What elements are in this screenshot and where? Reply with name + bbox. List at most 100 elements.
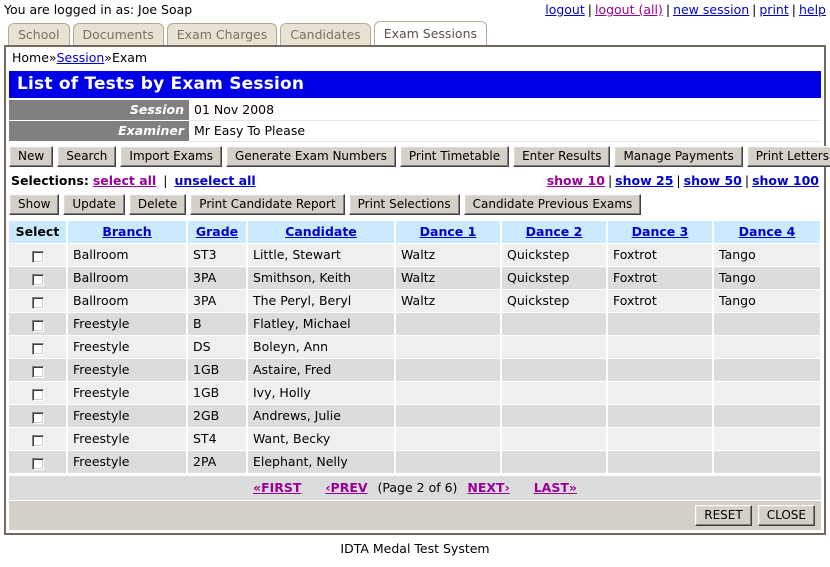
sort-link-candidate[interactable]: Candidate [285, 224, 357, 239]
button-search[interactable]: Search [57, 146, 117, 167]
pagination-prev-link[interactable]: ‹PREV [325, 480, 367, 495]
row-select-cell[interactable] [9, 450, 68, 474]
button-new[interactable]: New [9, 146, 54, 167]
top-link-logout-all-[interactable]: logout (all) [595, 2, 663, 17]
row-select-checkbox[interactable] [31, 343, 44, 355]
column-header-dance-4[interactable]: Dance 4 [713, 221, 822, 244]
row-select-cell[interactable] [9, 358, 68, 382]
cell-dance1 [395, 312, 502, 336]
sort-link-dance-4[interactable]: Dance 4 [739, 224, 796, 239]
button-reset[interactable]: RESET [695, 505, 752, 526]
table-row: Freestyle 2GB Andrews, Julie [9, 404, 822, 428]
top-link-help[interactable]: help [799, 2, 826, 17]
button-update[interactable]: Update [63, 194, 125, 215]
cell-dance4: Tango [713, 266, 822, 290]
tab-candidates[interactable]: Candidates [280, 23, 371, 45]
button-print-timetable[interactable]: Print Timetable [399, 146, 510, 167]
show-link-show-50[interactable]: show 50 [684, 173, 742, 188]
row-select-checkbox[interactable] [31, 435, 44, 447]
cell-candidate: Andrews, Julie [247, 404, 396, 428]
show-link-show-25[interactable]: show 25 [615, 173, 673, 188]
info-label: Session [9, 100, 189, 121]
cell-grade: B [187, 312, 248, 336]
breadcrumb-sep-1: » [48, 50, 57, 65]
row-select-cell[interactable] [9, 335, 68, 359]
pagination-first-link[interactable]: «FIRST [253, 480, 301, 495]
column-header-grade[interactable]: Grade [187, 221, 248, 244]
row-select-checkbox[interactable] [31, 251, 44, 263]
pagination-page-indicator: (Page 2 of 6) [377, 480, 458, 495]
cell-candidate: Ivy, Holly [247, 381, 396, 405]
cell-dance2 [501, 381, 608, 405]
button-delete[interactable]: Delete [128, 194, 187, 215]
sort-link-dance-3[interactable]: Dance 3 [632, 224, 689, 239]
column-header-dance-3[interactable]: Dance 3 [607, 221, 714, 244]
row-select-cell[interactable] [9, 312, 68, 336]
sort-link-grade[interactable]: Grade [196, 224, 238, 239]
sort-link-branch[interactable]: Branch [102, 224, 151, 239]
cell-candidate: Flatley, Michael [247, 312, 396, 336]
button-print-letters[interactable]: Print Letters [746, 146, 830, 167]
top-link-new-session[interactable]: new session [673, 2, 749, 17]
show-link-show-100[interactable]: show 100 [752, 173, 819, 188]
button-candidate-previous-exams[interactable]: Candidate Previous Exams [463, 194, 642, 215]
pagination-next-link[interactable]: NEXT› [467, 480, 509, 495]
button-generate-exam-numbers[interactable]: Generate Exam Numbers [226, 146, 396, 167]
primary-toolbar: New Search Import Exams Generate Exam Numbe… [6, 142, 830, 170]
button-enter-results[interactable]: Enter Results [513, 146, 611, 167]
row-select-cell[interactable] [9, 404, 68, 428]
button-close[interactable]: CLOSE [757, 505, 815, 526]
cell-candidate: Smithson, Keith [247, 266, 396, 290]
row-select-checkbox[interactable] [31, 320, 44, 332]
cell-dance2 [501, 335, 608, 359]
cell-dance3 [607, 358, 714, 382]
row-select-checkbox[interactable] [31, 458, 44, 470]
tab-exam-charges[interactable]: Exam Charges [166, 23, 278, 45]
cell-dance1 [395, 381, 502, 405]
cell-dance3 [607, 450, 714, 474]
tab-school[interactable]: School [8, 23, 70, 45]
pagination-last-link[interactable]: LAST» [534, 480, 577, 495]
row-select-checkbox[interactable] [31, 274, 44, 286]
top-link-print[interactable]: print [759, 2, 788, 17]
top-link-separator: | [587, 2, 592, 17]
breadcrumb-link-session[interactable]: Session [57, 50, 105, 65]
row-select-cell[interactable] [9, 381, 68, 405]
row-select-checkbox[interactable] [31, 389, 44, 401]
row-select-cell[interactable] [9, 289, 68, 313]
unselect-all-link[interactable]: unselect all [174, 173, 255, 188]
button-import-exams[interactable]: Import Exams [120, 146, 223, 167]
info-row: Session 01 Nov 2008 [9, 100, 821, 121]
row-select-checkbox[interactable] [31, 366, 44, 378]
column-header-candidate[interactable]: Candidate [247, 221, 396, 244]
breadcrumb-exam: Exam [111, 50, 148, 65]
show-link-show-10[interactable]: show 10 [547, 173, 605, 188]
cell-grade: 2PA [187, 450, 248, 474]
sort-link-dance-1[interactable]: Dance 1 [420, 224, 477, 239]
top-link-logout[interactable]: logout [545, 2, 585, 17]
sort-link-dance-2[interactable]: Dance 2 [526, 224, 583, 239]
cell-dance2: Quickstep [501, 243, 608, 267]
button-show[interactable]: Show [9, 194, 60, 215]
pagination-spacer-2 [514, 480, 530, 495]
column-header-dance-2[interactable]: Dance 2 [501, 221, 608, 244]
tab-exam-sessions[interactable]: Exam Sessions [373, 21, 487, 45]
application-page: You are logged in as: Joe Soap logout | lo… [0, 0, 830, 567]
button-print-candidate-report[interactable]: Print Candidate Report [190, 194, 345, 215]
footer-button-bar: RESET CLOSE [9, 501, 821, 530]
select-all-link[interactable]: select all [93, 173, 156, 188]
column-header-branch[interactable]: Branch [67, 221, 188, 244]
button-manage-payments[interactable]: Manage Payments [614, 146, 743, 167]
selections-left-group: Selections: select all | unselect all [11, 173, 256, 188]
row-select-cell[interactable] [9, 266, 68, 290]
tab-documents[interactable]: Documents [72, 23, 164, 45]
table-row: Freestyle DS Boleyn, Ann [9, 335, 822, 359]
column-header-dance-1[interactable]: Dance 1 [395, 221, 502, 244]
table-row: Ballroom 3PA Smithson, Keith Waltz Quickstep… [9, 266, 822, 290]
row-select-cell[interactable] [9, 427, 68, 451]
row-select-checkbox[interactable] [31, 412, 44, 424]
row-select-cell[interactable] [9, 243, 68, 267]
row-select-checkbox[interactable] [31, 297, 44, 309]
cell-candidate: Elephant, Nelly [247, 450, 396, 474]
button-print-selections[interactable]: Print Selections [348, 194, 460, 215]
